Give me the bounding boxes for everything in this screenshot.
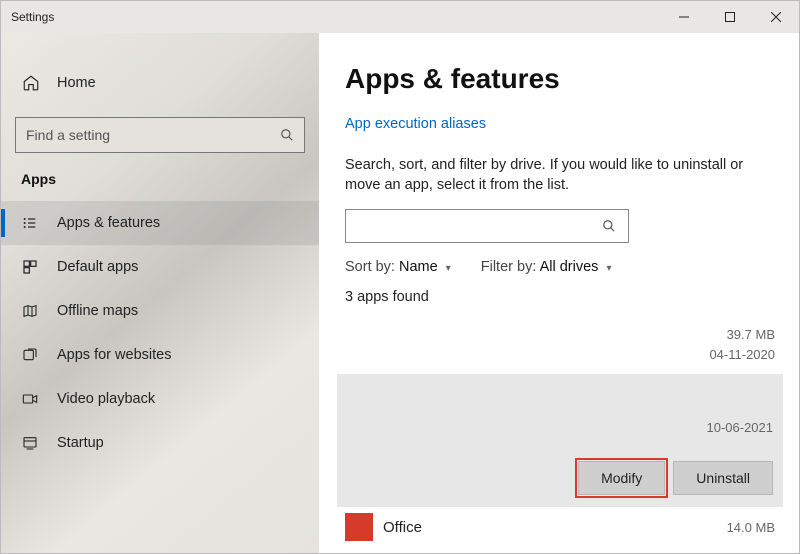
filter-value: All drives <box>540 259 599 275</box>
sidebar: Home Apps Apps & features <box>1 33 319 553</box>
app-item[interactable]: Office 14.0 MB <box>345 507 779 541</box>
app-size: 14.0 MB <box>727 520 775 535</box>
sort-value: Name <box>399 259 438 275</box>
app-link-icon <box>21 346 39 364</box>
startup-icon <box>21 434 39 452</box>
sort-by-dropdown[interactable]: Sort by: Name ▾ <box>345 259 451 275</box>
maximize-button[interactable] <box>707 1 753 33</box>
nav-offline-maps[interactable]: Offline maps <box>1 289 319 333</box>
nav-label: Startup <box>57 435 104 451</box>
search-icon <box>280 128 294 142</box>
app-search-input[interactable] <box>345 209 629 243</box>
search-field[interactable] <box>26 127 280 143</box>
app-name: Office <box>383 519 422 536</box>
section-title: Apps <box>1 171 319 187</box>
search-input[interactable] <box>15 117 305 153</box>
nav-startup[interactable]: Startup <box>1 421 319 465</box>
list-icon <box>21 214 39 232</box>
description-text: Search, sort, and filter by drive. If yo… <box>345 156 775 195</box>
app-size: 39.7 MB <box>727 325 775 345</box>
filter-label: Filter by: <box>481 259 537 275</box>
window-controls <box>661 1 799 33</box>
modify-button[interactable]: Modify <box>578 461 665 495</box>
titlebar: Settings <box>1 1 799 33</box>
main-content: Apps & features App execution aliases Se… <box>319 33 799 553</box>
map-icon <box>21 302 39 320</box>
apps-count: 3 apps found <box>345 289 779 305</box>
chevron-down-icon: ▾ <box>606 263 611 274</box>
nav-apps-websites[interactable]: Apps for websites <box>1 333 319 377</box>
minimize-button[interactable] <box>661 1 707 33</box>
home-link[interactable]: Home <box>1 63 319 103</box>
page-title: Apps & features <box>345 63 779 95</box>
uninstall-button[interactable]: Uninstall <box>673 461 773 495</box>
video-icon <box>21 390 39 408</box>
chevron-down-icon: ▾ <box>446 263 451 274</box>
sort-label: Sort by: <box>345 259 395 275</box>
nav-label: Offline maps <box>57 303 138 319</box>
app-item-selected[interactable]: 10-06-2021 Modify Uninstall <box>337 374 783 507</box>
window-title: Settings <box>11 10 54 24</box>
nav-apps-features[interactable]: Apps & features <box>1 201 319 245</box>
home-icon <box>21 73 41 93</box>
close-button[interactable] <box>753 1 799 33</box>
nav-label: Apps for websites <box>57 347 171 363</box>
search-icon <box>602 219 616 233</box>
defaults-icon <box>21 258 39 276</box>
home-label: Home <box>57 75 96 91</box>
nav-video-playback[interactable]: Video playback <box>1 377 319 421</box>
app-item[interactable]: 39.7 MB 04-11-2020 <box>345 325 779 364</box>
nav-label: Video playback <box>57 391 155 407</box>
execution-aliases-link[interactable]: App execution aliases <box>345 116 486 132</box>
filter-by-dropdown[interactable]: Filter by: All drives ▾ <box>481 259 612 275</box>
office-icon <box>345 513 373 541</box>
nav-default-apps[interactable]: Default apps <box>1 245 319 289</box>
app-date: 10-06-2021 <box>347 420 773 435</box>
app-date: 04-11-2020 <box>709 345 775 365</box>
nav-label: Default apps <box>57 259 138 275</box>
nav-label: Apps & features <box>57 215 160 231</box>
